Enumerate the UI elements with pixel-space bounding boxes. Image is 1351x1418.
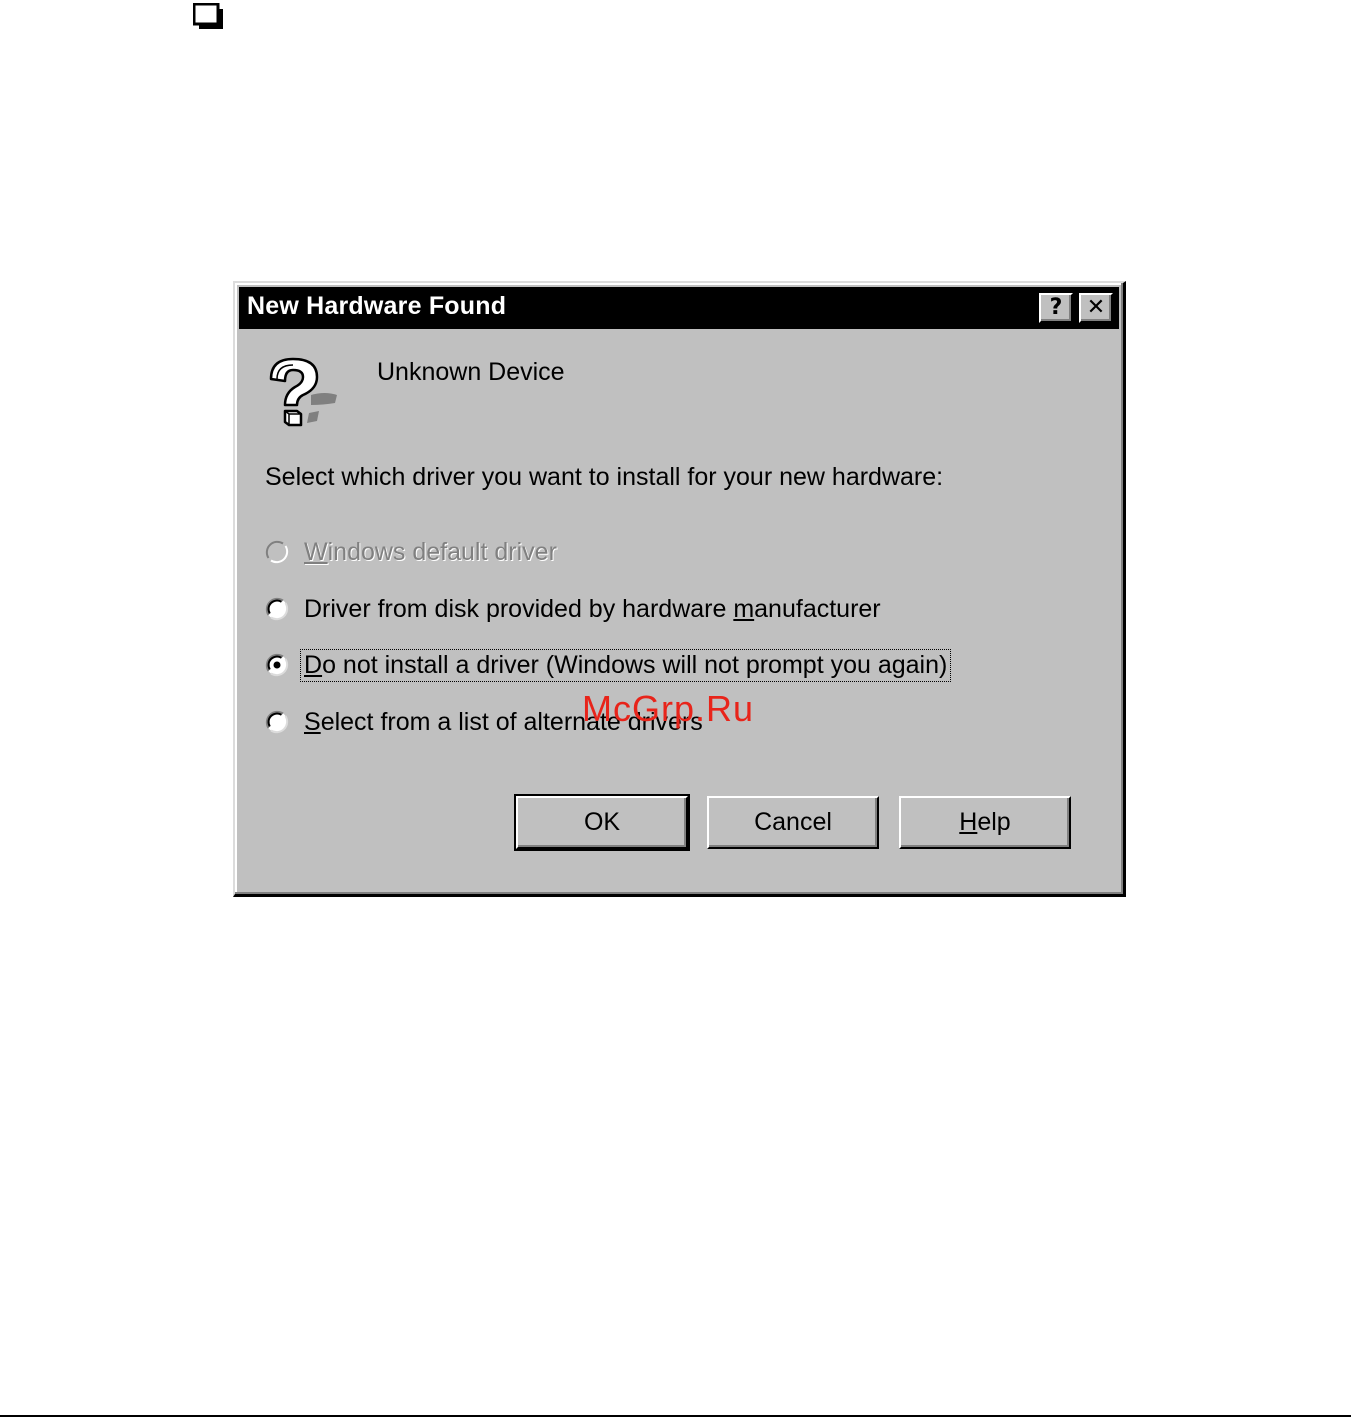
radio-do-not-install[interactable]: Do not install a driver (Windows will no… <box>265 648 952 682</box>
radio-label: Windows default driver <box>304 537 557 566</box>
title-close-button[interactable]: ✕ <box>1079 293 1113 323</box>
watermark-text: McGrp.Ru <box>582 688 755 729</box>
device-name: Unknown Device <box>377 358 565 386</box>
radio-label: Do not install a driver (Windows will no… <box>299 648 952 682</box>
page-bottom-rule <box>0 1415 1351 1417</box>
help-question-icon: ? <box>1049 295 1063 320</box>
title-help-button[interactable]: ? <box>1039 293 1073 323</box>
dialog-title: New Hardware Found <box>247 292 507 320</box>
cancel-button[interactable]: Cancel <box>707 796 879 849</box>
page-bullet-box-icon <box>193 3 223 29</box>
question-mark-icon <box>269 357 337 427</box>
radio-label: Driver from disk provided by hardware ma… <box>304 594 881 623</box>
help-button[interactable]: Help <box>899 796 1071 849</box>
driver-prompt: Select which driver you want to install … <box>265 463 944 491</box>
dialog-titlebar[interactable]: New Hardware Found ? ✕ <box>239 287 1119 329</box>
new-hardware-found-dialog: New Hardware Found ? ✕ Unknown Device Se… <box>233 281 1126 897</box>
radio-unchecked-icon <box>265 597 289 621</box>
radio-windows-default-driver[interactable]: Windows default driver <box>265 535 559 569</box>
radio-unchecked-icon <box>265 710 289 734</box>
radio-driver-from-disk[interactable]: Driver from disk provided by hardware ma… <box>265 592 883 626</box>
ok-button[interactable]: OK <box>514 794 690 851</box>
radio-unchecked-icon <box>265 540 289 564</box>
close-icon: ✕ <box>1086 295 1106 320</box>
radio-checked-icon <box>265 653 289 677</box>
